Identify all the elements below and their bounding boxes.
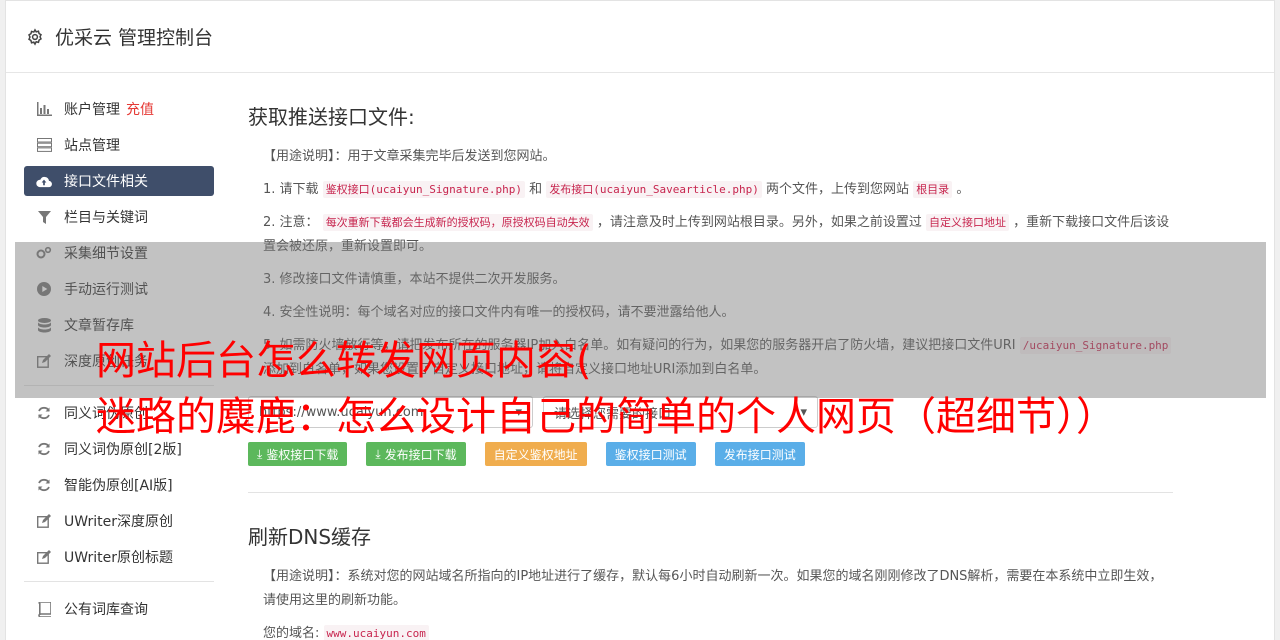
book-icon [36, 601, 52, 617]
dns-usage-text: 【用途说明】：系统对您的网站域名所指向的IP地址进行了缓存，默认每6小时自动刷新… [263, 569, 1163, 608]
edit-icon [36, 549, 52, 565]
auth-download-button[interactable]: ⤓ 鉴权接口下载 [248, 442, 348, 466]
sidebar-divider [24, 581, 214, 582]
refresh-icon [36, 405, 52, 421]
domain-value: www.ucaiyun.com [323, 625, 429, 640]
sidebar-item-categories-keywords[interactable]: 栏目与关键词 [24, 202, 214, 232]
sidebar-item-label: 接口文件相关 [64, 174, 148, 190]
sidebar-item-uwriter-deep[interactable]: UWriter深度原创 [24, 506, 214, 536]
sidebar-item-label: 智能伪原创[AI版] [64, 478, 173, 494]
sidebar-item-label: 栏目与关键词 [64, 210, 148, 226]
sidebar-item-uwriter-title[interactable]: UWriter原创标题 [24, 542, 214, 572]
custom-interface-code: 自定义接口地址 [925, 214, 1009, 231]
page-title: 优采云 管理控制台 [55, 27, 214, 49]
edit-icon [36, 513, 52, 529]
publish-interface-code: 发布接口(ucaiyun_Savearticle.php) [546, 181, 762, 198]
section-title-dns: 刷新DNS缓存 [248, 525, 372, 549]
recharge-link[interactable]: 充值 [126, 99, 154, 119]
refresh-icon [36, 477, 52, 493]
server-icon [36, 137, 52, 153]
sidebar-item-ai-original[interactable]: 智能伪原创[AI版] [24, 470, 214, 500]
custom-auth-button[interactable]: 自定义鉴权地址 [484, 442, 587, 466]
sidebar-item-label: 账户管理 [64, 102, 120, 118]
download-icon: ⤓ [257, 446, 263, 461]
gear-icon [26, 27, 46, 47]
sidebar-item-label: 同义词伪原创[2版] [64, 442, 182, 458]
cloud-upload-icon [36, 173, 52, 189]
usage-text: 【用途说明】：用于文章采集完毕后发送到您网站。 [263, 149, 556, 164]
root-dir-code: 根目录 [913, 181, 953, 198]
sidebar-item-label: UWriter深度原创 [64, 514, 173, 530]
sidebar-item-public-lexicon[interactable]: 公有词库查询 [24, 594, 214, 624]
bar-chart-icon [36, 101, 52, 117]
sidebar-item-label: 公有词库查询 [64, 602, 148, 618]
header: 优采云 管理控制台 [6, 1, 1274, 73]
auth-test-button[interactable]: 鉴权接口测试 [605, 442, 696, 466]
instruction-1: 1. 请下载 鉴权接口(ucaiyun_Signature.php) 和 发布接… [263, 181, 970, 198]
sidebar-item-label: 站点管理 [64, 138, 120, 154]
refresh-icon [36, 441, 52, 457]
sidebar-item-interface-files[interactable]: 接口文件相关 [24, 166, 214, 196]
section-title: 获取推送接口文件: [248, 105, 415, 129]
sidebar-item-account[interactable]: 账户管理 充值 [24, 94, 214, 124]
action-buttons: ⤓ 鉴权接口下载 ⤓ 发布接口下载 自定义鉴权地址 鉴权接口测试 发布接口测试 [248, 442, 1173, 466]
overlay-title-line-1: 网站后台怎么转发网页内容( [96, 338, 592, 384]
warning-code: 每次重新下载都会生成新的授权码，原授权码自动失效 [322, 214, 593, 231]
sidebar-item-sites[interactable]: 站点管理 [24, 130, 214, 160]
publish-download-button[interactable]: ⤓ 发布接口下载 [366, 442, 466, 466]
publish-test-button[interactable]: 发布接口测试 [714, 442, 805, 466]
filter-icon [36, 209, 52, 225]
section-divider [248, 492, 1173, 493]
domain-row: 您的域名: www.ucaiyun.com [248, 622, 1173, 640]
overlay-title-line-2: 迷路的麋鹿：怎么设计自己的简单的个人网页（超细节）） [96, 394, 1116, 440]
sidebar-item-label: UWriter原创标题 [64, 550, 173, 566]
auth-interface-code: 鉴权接口(ucaiyun_Signature.php) [322, 181, 526, 198]
download-icon: ⤓ [375, 446, 381, 461]
